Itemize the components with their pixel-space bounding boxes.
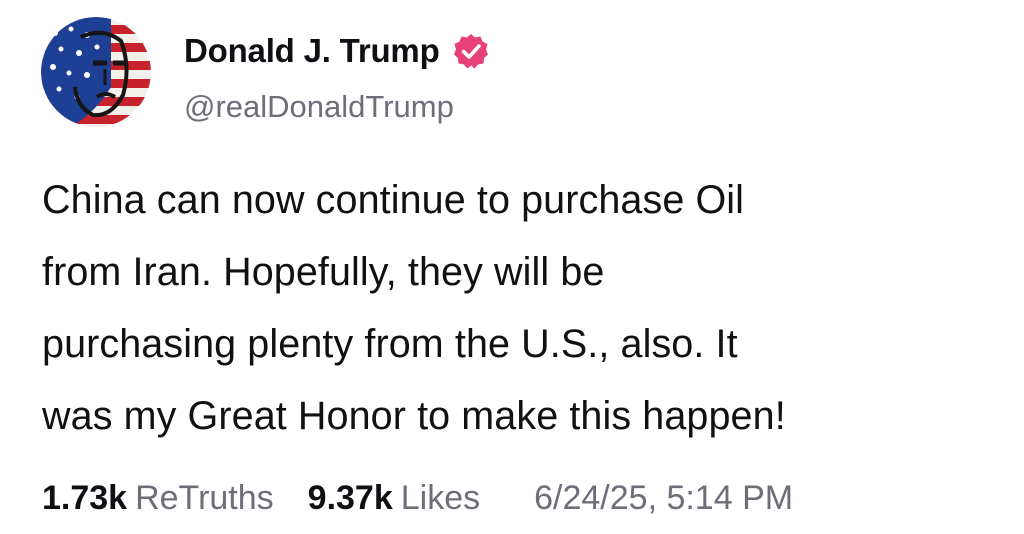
handle[interactable]: @realDonaldTrump	[184, 89, 454, 125]
post-text-line: was my Great Honor to make this happen!	[42, 394, 786, 438]
post-text-line: purchasing plenty from the U.S., also. I…	[42, 322, 738, 366]
post-timestamp[interactable]: 6/24/25, 5:14 PM	[534, 479, 793, 518]
post-meta-row: 1.73k ReTruths 9.37k Likes 6/24/25, 5:14 P…	[42, 474, 1002, 522]
retruths-count: 1.73k	[42, 478, 128, 517]
post-card: Donald J. Trump @realDonaldTrump China c…	[0, 0, 1024, 534]
avatar[interactable]	[41, 17, 151, 127]
retruths-stat[interactable]: 1.73k ReTruths	[42, 479, 274, 518]
flag-portrait-avatar-icon	[41, 17, 151, 127]
author-name-row: Donald J. Trump	[184, 30, 490, 72]
post-text-line: China can now continue to purchase Oil	[42, 178, 745, 222]
post-text-line: from Iran. Hopefully, they will be	[42, 250, 605, 294]
retruths-label: ReTruths	[135, 478, 274, 517]
likes-count: 9.37k	[307, 478, 393, 517]
likes-stat[interactable]: 9.37k Likes	[308, 479, 480, 518]
display-name[interactable]: Donald J. Trump	[184, 32, 440, 70]
verified-badge-icon	[452, 32, 490, 70]
post-body: China can now continue to purchase Oil f…	[42, 164, 1002, 452]
likes-label: Likes	[400, 478, 481, 517]
